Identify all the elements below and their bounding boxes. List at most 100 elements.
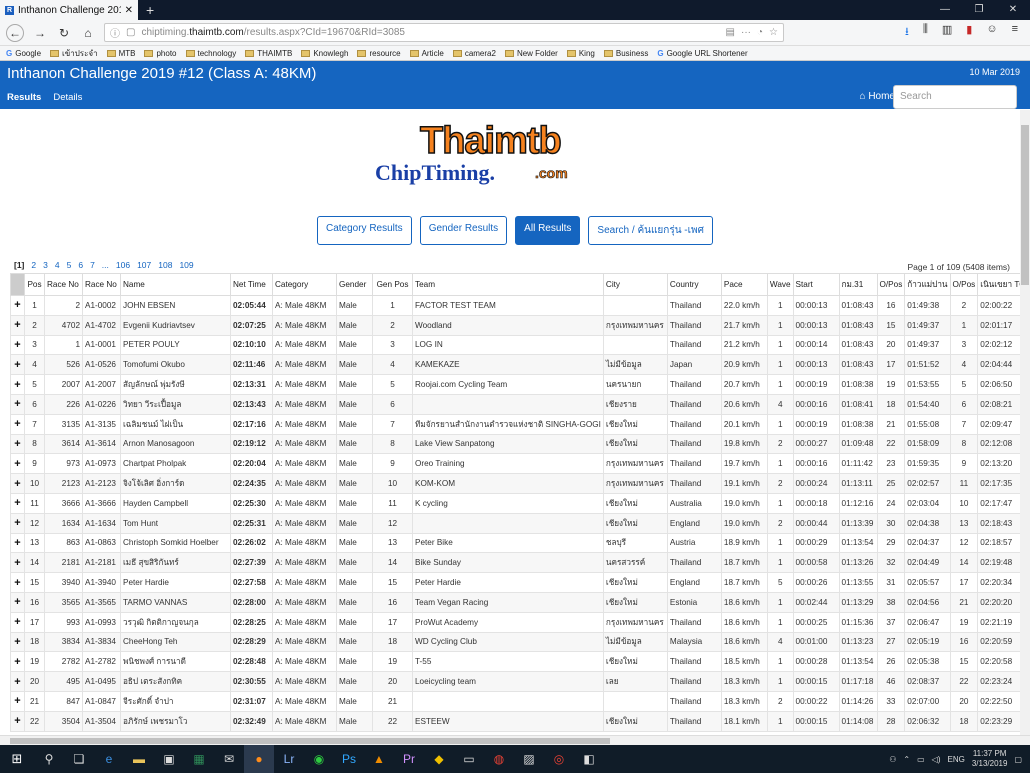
windows-start-icon[interactable]: ⊞ — [0, 751, 34, 767]
bookmark-folder[interactable]: Business — [603, 49, 648, 58]
expand-row-icon[interactable]: + — [10, 354, 25, 376]
table-row[interactable]: +14 2181 A1-2181 เมธี สุขสิริกันทร์ 02:27:39… — [10, 552, 1020, 574]
table-row[interactable]: +2 4702 A1-4702 Evgenii Kudriavtsev 02:07:25… — [10, 314, 1020, 336]
page-ellipsis[interactable]: ... — [102, 260, 109, 270]
forward-icon[interactable]: → — [32, 26, 48, 40]
expand-row-icon[interactable]: + — [10, 374, 25, 395]
column-header[interactable]: Country — [666, 273, 722, 296]
reader-view-icon[interactable]: ▤ — [726, 27, 735, 38]
column-header[interactable]: Pace — [720, 273, 768, 296]
expand-row-icon[interactable]: + — [10, 631, 25, 653]
expand-row-icon[interactable]: + — [10, 710, 25, 732]
all-results-button[interactable]: All Results — [515, 216, 581, 245]
table-row[interactable]: +9 973 A1-0973 Chartpat Pholpak 02:20:04 A: M… — [10, 453, 1020, 475]
menu-icon[interactable]: ≡ — [1012, 23, 1018, 42]
table-row[interactable]: +11 3666 A1-3666 Hayden Campbell 02:25:30 A: … — [10, 492, 1020, 514]
reload-icon[interactable]: ↻ — [56, 26, 72, 40]
more-icon[interactable]: ··· — [741, 27, 751, 38]
expand-row-icon[interactable]: + — [10, 532, 25, 554]
column-header[interactable]: O/Pos — [876, 273, 906, 296]
expand-row-icon[interactable]: + — [10, 473, 25, 494]
task-view-icon[interactable]: ❏ — [64, 745, 94, 773]
table-row[interactable]: +15 3940 A1-3940 Peter Hardie 02:27:58 A: Mal… — [10, 572, 1020, 593]
bookmark-google-shortener[interactable]: G Google URL Shortener — [657, 49, 747, 58]
lightroom-icon[interactable]: Lr — [274, 745, 304, 773]
expand-row-icon[interactable]: + — [10, 492, 25, 514]
mail-icon[interactable]: ✉ — [214, 745, 244, 773]
home-link[interactable]: ⌂ Home — [859, 91, 895, 102]
expand-row-icon[interactable]: + — [10, 314, 25, 336]
sidebar-icon[interactable]: ▥ — [942, 23, 952, 42]
expand-row-icon[interactable]: + — [10, 334, 25, 356]
column-header[interactable]: Wave — [766, 273, 794, 296]
chevron-up-icon[interactable]: ⌃ — [903, 755, 910, 764]
page-link[interactable]: 5 — [67, 260, 72, 270]
chrome-icon[interactable]: ◍ — [484, 745, 514, 773]
column-header[interactable]: City — [602, 273, 668, 296]
expand-row-icon[interactable]: + — [10, 453, 25, 475]
expand-row-icon[interactable]: + — [10, 611, 25, 633]
bookmark-folder[interactable]: Knowlegh — [301, 49, 348, 58]
bookmark-folder[interactable]: MTB — [106, 49, 135, 58]
language-indicator[interactable]: ENG — [948, 755, 965, 764]
table-row[interactable]: +21 847 A1-0847 จีระศักดิ์ จำปา 02:31:07 A: M… — [10, 690, 1020, 712]
excel-icon[interactable]: ▦ — [184, 745, 214, 773]
network-icon[interactable]: ▭ — [917, 755, 925, 764]
info-icon[interactable]: ⓘ — [110, 25, 120, 40]
column-header[interactable]: Start — [792, 273, 840, 296]
table-row[interactable]: +8 3614 A1-3614 Arnon Manosagoon 02:19:12 A: … — [10, 433, 1020, 455]
column-header[interactable] — [10, 273, 25, 296]
vlc-icon[interactable]: ▲ — [364, 745, 394, 773]
nav-details[interactable]: Details — [53, 92, 82, 103]
table-row[interactable]: +7 3135 A1-3135 เฉลิมชนม์ ไฝเป็น 02:17:16 A: … — [10, 413, 1020, 435]
table-row[interactable]: +13 863 A1-0863 Christoph Somkid Hoelber 02:… — [10, 532, 1020, 554]
column-header[interactable]: Race No — [44, 273, 83, 296]
gender-results-button[interactable]: Gender Results — [419, 216, 508, 245]
page-link[interactable]: 2 — [31, 260, 36, 270]
browser-tab[interactable]: R Inthanon Challenge 2019 #12 ( ✕ — [0, 0, 138, 20]
column-header[interactable]: กม.31 — [838, 273, 878, 296]
page-link[interactable]: 6 — [78, 260, 83, 270]
app-icon[interactable]: ▨ — [514, 745, 544, 773]
maximize-icon[interactable]: ❐ — [962, 0, 996, 20]
bookmark-folder[interactable]: King — [566, 49, 595, 58]
back-icon[interactable]: ← — [6, 23, 24, 42]
bookmark-folder[interactable]: เข้าประจำ — [50, 47, 98, 60]
expand-row-icon[interactable]: + — [10, 413, 25, 435]
home-icon[interactable]: ⌂ — [80, 26, 96, 40]
pocket-icon[interactable]: ◔ — [757, 27, 763, 38]
page-link[interactable]: 108 — [158, 260, 172, 270]
column-header[interactable]: ก้าวแม่ปาน — [904, 273, 951, 296]
edge-icon[interactable]: e — [94, 745, 124, 773]
page-link[interactable]: 3 — [43, 260, 48, 270]
bookmark-star-icon[interactable]: ☆ — [769, 27, 778, 38]
table-row[interactable]: +1 2 A1-0002 JOHN EBSEN 02:05:44 A: Male 48KM… — [10, 295, 1020, 316]
scrollbar-thumb[interactable] — [1021, 125, 1029, 285]
page-link[interactable]: 107 — [137, 260, 151, 270]
table-row[interactable]: +3 1 A1-0001 PETER POULY 02:10:10 A: Male 48K… — [10, 334, 1020, 356]
column-header[interactable]: Category — [272, 273, 337, 296]
user-icon[interactable]: ☺ — [986, 23, 997, 42]
expand-row-icon[interactable]: + — [10, 433, 25, 455]
column-header[interactable]: เนินเขยา TOT — [977, 273, 1020, 296]
table-row[interactable]: +6 226 A1-0226 วิทยา วีระเปื้อมูล 02:13:43 A:… — [10, 393, 1020, 415]
premiere-icon[interactable]: Pr — [394, 745, 424, 773]
pdf-icon[interactable]: ▮ — [966, 23, 972, 42]
table-row[interactable]: +22 3504 A1-3504 อภิรักษ์ เพชรมาโว 02:32:49 A… — [10, 710, 1020, 732]
bookmark-folder[interactable]: photo — [144, 49, 177, 58]
line-icon[interactable]: ◉ — [304, 745, 334, 773]
expand-row-icon[interactable]: + — [10, 671, 25, 692]
bookmark-folder[interactable]: camera2 — [452, 49, 496, 58]
bookmark-folder[interactable]: THAIMTB — [245, 49, 292, 58]
clock[interactable]: 11:37 PM 3/13/2019 — [972, 749, 1008, 769]
bookmark-folder[interactable]: technology — [185, 49, 236, 58]
category-results-button[interactable]: Category Results — [316, 216, 412, 245]
app-icon[interactable]: ◎ — [544, 745, 574, 773]
expand-row-icon[interactable]: + — [10, 552, 25, 574]
column-header[interactable]: Gender — [336, 273, 373, 296]
vertical-scrollbar[interactable] — [1020, 110, 1030, 738]
page-link[interactable]: 109 — [179, 260, 193, 270]
nav-results[interactable]: Results — [7, 92, 41, 103]
expand-row-icon[interactable]: + — [10, 512, 25, 534]
close-window-icon[interactable]: ✕ — [996, 0, 1030, 20]
